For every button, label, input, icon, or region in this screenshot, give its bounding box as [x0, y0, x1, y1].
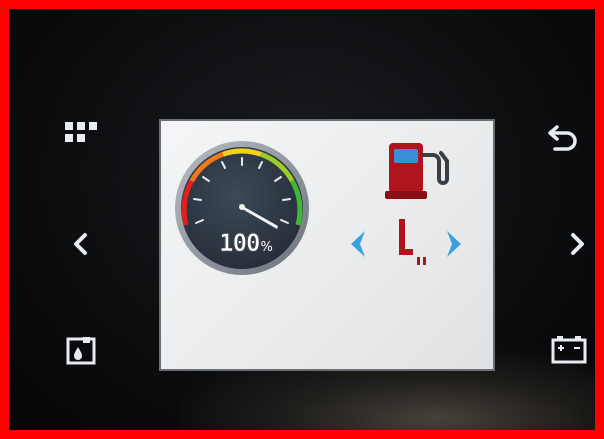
menu-button[interactable] — [61, 113, 101, 153]
fuel-percent-value: 100 — [219, 229, 261, 258]
fuel-percent-readout: 100 % — [211, 229, 281, 258]
fuel-pump-icon — [385, 143, 449, 199]
battery-button[interactable] — [549, 329, 589, 369]
chevron-left-icon — [74, 233, 87, 255]
selector-value-glyph — [399, 219, 426, 265]
chevron-right-icon — [571, 233, 584, 255]
fuel-percent-unit: % — [260, 240, 273, 255]
fluid-button[interactable] — [61, 331, 101, 371]
device-frame: 100 % — [0, 0, 604, 439]
return-arrow-icon — [548, 125, 577, 151]
right-button[interactable] — [557, 224, 595, 264]
left-button[interactable] — [61, 224, 101, 264]
battery-icon — [551, 336, 587, 364]
selector-right-arrow-icon — [447, 231, 461, 257]
back-button[interactable] — [543, 117, 583, 157]
fluid-tank-icon — [66, 337, 96, 365]
selector-left-arrow-icon — [351, 231, 365, 257]
grid-menu-icon — [65, 122, 97, 142]
lcd-screen: 100 % — [159, 119, 495, 371]
